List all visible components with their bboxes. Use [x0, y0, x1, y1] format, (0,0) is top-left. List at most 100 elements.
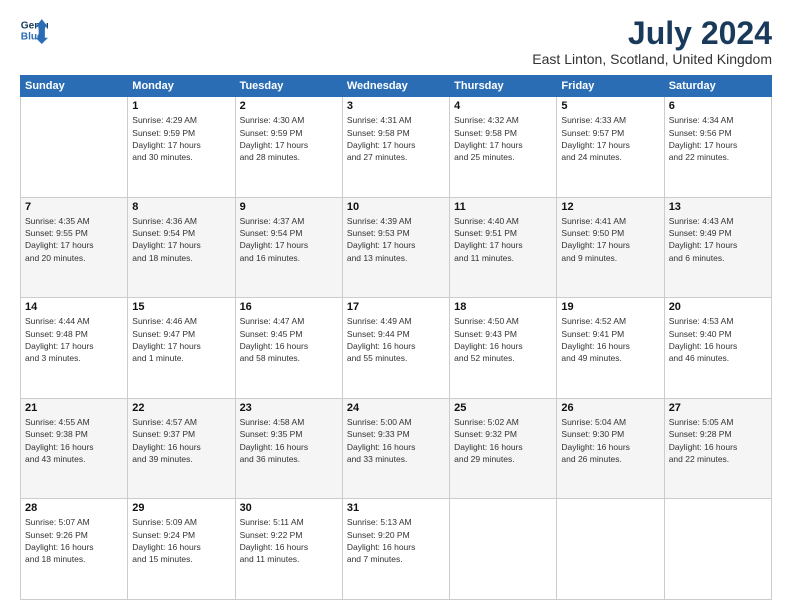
- day-number: 13: [669, 201, 767, 213]
- table-cell: 31Sunrise: 5:13 AM Sunset: 9:20 PM Dayli…: [342, 499, 449, 600]
- table-cell: 28 Sunrise: 5:07 AM Sunset: 9:26 PM Dayli…: [21, 499, 128, 600]
- calendar-row: 1 Sunrise: 4:29 AM Sunset: 9:59 PM Daylig…: [21, 97, 772, 198]
- table-cell: 22 Sunrise: 4:57 AM Sunset: 9:37 PM Dayli…: [128, 398, 235, 499]
- cell-info: Sunrise: 4:50 AM Sunset: 9:43 PM Dayligh…: [454, 315, 552, 364]
- table-cell: 14Sunrise: 4:44 AM Sunset: 9:48 PM Dayli…: [21, 298, 128, 399]
- cell-info: Sunrise: 4:57 AM Sunset: 9:37 PM Dayligh…: [132, 416, 230, 465]
- cell-info: Sunrise: 4:39 AM Sunset: 9:53 PM Dayligh…: [347, 215, 445, 264]
- cell-info: Sunrise: 5:00 AM Sunset: 9:33 PM Dayligh…: [347, 416, 445, 465]
- table-cell: 23 Sunrise: 4:58 AM Sunset: 9:35 PM Dayli…: [235, 398, 342, 499]
- table-cell: 20Sunrise: 4:53 AM Sunset: 9:40 PM Dayli…: [664, 298, 771, 399]
- day-number: 3: [347, 100, 445, 112]
- cell-info: Sunrise: 4:33 AM Sunset: 9:57 PM Dayligh…: [561, 114, 659, 163]
- table-cell: 27 Sunrise: 5:05 AM Sunset: 9:28 PM Dayli…: [664, 398, 771, 499]
- table-cell: 4 Sunrise: 4:32 AM Sunset: 9:58 PM Daylig…: [450, 97, 557, 198]
- day-number: 31: [347, 502, 445, 514]
- cell-info: Sunrise: 4:55 AM Sunset: 9:38 PM Dayligh…: [25, 416, 123, 465]
- cell-info: Sunrise: 4:52 AM Sunset: 9:41 PM Dayligh…: [561, 315, 659, 364]
- table-cell: 10 Sunrise: 4:39 AM Sunset: 9:53 PM Dayli…: [342, 197, 449, 298]
- cell-info: Sunrise: 4:36 AM Sunset: 9:54 PM Dayligh…: [132, 215, 230, 264]
- day-number: 16: [240, 301, 338, 313]
- table-cell: 18 Sunrise: 4:50 AM Sunset: 9:43 PM Dayli…: [450, 298, 557, 399]
- cell-info: Sunrise: 5:04 AM Sunset: 9:30 PM Dayligh…: [561, 416, 659, 465]
- calendar-row: 21 Sunrise: 4:55 AM Sunset: 9:38 PM Dayli…: [21, 398, 772, 499]
- table-cell: 17Sunrise: 4:49 AM Sunset: 9:44 PM Dayli…: [342, 298, 449, 399]
- cell-info: Sunrise: 4:35 AM Sunset: 9:55 PM Dayligh…: [25, 215, 123, 264]
- calendar-row: 28 Sunrise: 5:07 AM Sunset: 9:26 PM Dayli…: [21, 499, 772, 600]
- day-number: 28: [25, 502, 123, 514]
- day-number: 12: [561, 201, 659, 213]
- cell-info: Sunrise: 4:30 AM Sunset: 9:59 PM Dayligh…: [240, 114, 338, 163]
- table-cell: 30Sunrise: 5:11 AM Sunset: 9:22 PM Dayli…: [235, 499, 342, 600]
- cell-info: Sunrise: 5:05 AM Sunset: 9:28 PM Dayligh…: [669, 416, 767, 465]
- cell-info: Sunrise: 4:43 AM Sunset: 9:49 PM Dayligh…: [669, 215, 767, 264]
- cell-info: Sunrise: 5:09 AM Sunset: 9:24 PM Dayligh…: [132, 516, 230, 565]
- table-cell: 5Sunrise: 4:33 AM Sunset: 9:57 PM Daylig…: [557, 97, 664, 198]
- table-cell: 11 Sunrise: 4:40 AM Sunset: 9:51 PM Dayli…: [450, 197, 557, 298]
- table-cell: [450, 499, 557, 600]
- day-number: 24: [347, 402, 445, 414]
- day-number: 7: [25, 201, 123, 213]
- cell-info: Sunrise: 4:37 AM Sunset: 9:54 PM Dayligh…: [240, 215, 338, 264]
- table-cell: [664, 499, 771, 600]
- day-number: 29: [132, 502, 230, 514]
- day-number: 17: [347, 301, 445, 313]
- day-number: 10: [347, 201, 445, 213]
- cell-info: Sunrise: 4:58 AM Sunset: 9:35 PM Dayligh…: [240, 416, 338, 465]
- col-thursday: Thursday: [450, 76, 557, 97]
- cell-info: Sunrise: 5:11 AM Sunset: 9:22 PM Dayligh…: [240, 516, 338, 565]
- col-sunday: Sunday: [21, 76, 128, 97]
- day-number: 11: [454, 201, 552, 213]
- calendar-row: 7 Sunrise: 4:35 AM Sunset: 9:55 PM Daylig…: [21, 197, 772, 298]
- table-cell: 8Sunrise: 4:36 AM Sunset: 9:54 PM Daylig…: [128, 197, 235, 298]
- col-friday: Friday: [557, 76, 664, 97]
- table-cell: 24 Sunrise: 5:00 AM Sunset: 9:33 PM Dayli…: [342, 398, 449, 499]
- day-number: 22: [132, 402, 230, 414]
- day-number: 18: [454, 301, 552, 313]
- day-number: 27: [669, 402, 767, 414]
- cell-info: Sunrise: 4:44 AM Sunset: 9:48 PM Dayligh…: [25, 315, 123, 364]
- day-number: 15: [132, 301, 230, 313]
- day-number: 4: [454, 100, 552, 112]
- logo-icon: General Blue: [20, 16, 48, 44]
- cell-info: Sunrise: 4:32 AM Sunset: 9:58 PM Dayligh…: [454, 114, 552, 163]
- table-cell: 1 Sunrise: 4:29 AM Sunset: 9:59 PM Daylig…: [128, 97, 235, 198]
- cell-info: Sunrise: 4:34 AM Sunset: 9:56 PM Dayligh…: [669, 114, 767, 163]
- col-saturday: Saturday: [664, 76, 771, 97]
- day-number: 2: [240, 100, 338, 112]
- col-monday: Monday: [128, 76, 235, 97]
- cell-info: Sunrise: 4:46 AM Sunset: 9:47 PM Dayligh…: [132, 315, 230, 364]
- table-cell: 15 Sunrise: 4:46 AM Sunset: 9:47 PM Dayli…: [128, 298, 235, 399]
- table-cell: [557, 499, 664, 600]
- day-number: 21: [25, 402, 123, 414]
- cell-info: Sunrise: 4:31 AM Sunset: 9:58 PM Dayligh…: [347, 114, 445, 163]
- page: General Blue July 2024 East Linton, Scot…: [0, 0, 792, 612]
- table-cell: 29 Sunrise: 5:09 AM Sunset: 9:24 PM Dayli…: [128, 499, 235, 600]
- table-cell: 6 Sunrise: 4:34 AM Sunset: 9:56 PM Daylig…: [664, 97, 771, 198]
- cell-info: Sunrise: 4:29 AM Sunset: 9:59 PM Dayligh…: [132, 114, 230, 163]
- cell-info: Sunrise: 4:53 AM Sunset: 9:40 PM Dayligh…: [669, 315, 767, 364]
- table-cell: 19 Sunrise: 4:52 AM Sunset: 9:41 PM Dayli…: [557, 298, 664, 399]
- day-number: 26: [561, 402, 659, 414]
- cell-info: Sunrise: 5:02 AM Sunset: 9:32 PM Dayligh…: [454, 416, 552, 465]
- day-number: 23: [240, 402, 338, 414]
- calendar-table: Sunday Monday Tuesday Wednesday Thursday…: [20, 75, 772, 600]
- day-number: 19: [561, 301, 659, 313]
- cell-info: Sunrise: 4:41 AM Sunset: 9:50 PM Dayligh…: [561, 215, 659, 264]
- cell-info: Sunrise: 5:07 AM Sunset: 9:26 PM Dayligh…: [25, 516, 123, 565]
- day-number: 1: [132, 100, 230, 112]
- table-cell: 3 Sunrise: 4:31 AM Sunset: 9:58 PM Daylig…: [342, 97, 449, 198]
- table-cell: 21 Sunrise: 4:55 AM Sunset: 9:38 PM Dayli…: [21, 398, 128, 499]
- table-cell: [21, 97, 128, 198]
- calendar-header-row: Sunday Monday Tuesday Wednesday Thursday…: [21, 76, 772, 97]
- cell-info: Sunrise: 4:40 AM Sunset: 9:51 PM Dayligh…: [454, 215, 552, 264]
- calendar-row: 14Sunrise: 4:44 AM Sunset: 9:48 PM Dayli…: [21, 298, 772, 399]
- main-title: July 2024: [532, 16, 772, 51]
- day-number: 25: [454, 402, 552, 414]
- table-cell: 12 Sunrise: 4:41 AM Sunset: 9:50 PM Dayli…: [557, 197, 664, 298]
- table-cell: 25 Sunrise: 5:02 AM Sunset: 9:32 PM Dayli…: [450, 398, 557, 499]
- subtitle: East Linton, Scotland, United Kingdom: [532, 51, 772, 67]
- table-cell: 16Sunrise: 4:47 AM Sunset: 9:45 PM Dayli…: [235, 298, 342, 399]
- day-number: 6: [669, 100, 767, 112]
- col-tuesday: Tuesday: [235, 76, 342, 97]
